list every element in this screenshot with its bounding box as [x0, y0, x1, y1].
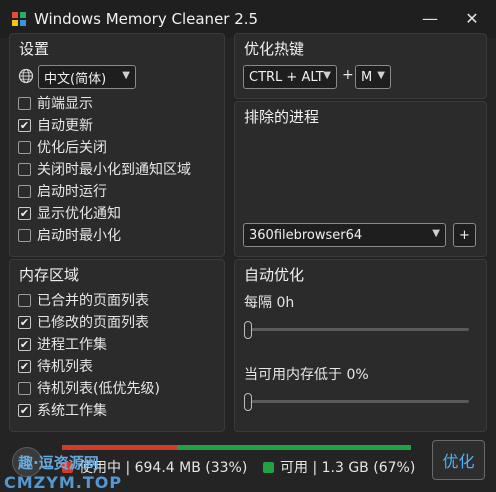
- settings-panel: 设置 中文(简体) ▼ 前端显示 ✔ 自动更新优化后关闭关闭时最小化到通知区域 启动时…: [9, 33, 225, 257]
- minimize-button[interactable]: —: [414, 6, 446, 32]
- settings-option-label: 显示优化通知: [37, 206, 121, 222]
- memory-area-option[interactable]: 已合并的页面列表: [18, 290, 149, 310]
- watermark: 趣·逗资源网 CMZYM.TOP: [4, 452, 122, 492]
- memory-area-option-label: 待机列表: [37, 359, 93, 375]
- settings-option[interactable]: ✔ 显示优化通知: [18, 203, 121, 223]
- checkbox-checked-icon[interactable]: ✔: [18, 337, 31, 351]
- memory-used-fill: [62, 445, 178, 450]
- window-title: Windows Memory Cleaner 2.5: [34, 10, 259, 28]
- settings-option-label: 启动时运行: [37, 184, 107, 200]
- settings-title: 设置: [19, 40, 50, 58]
- watermark-bottom: CMZYM.TOP: [4, 473, 123, 492]
- free-legend: 可用 | 1.3 GB (67%): [263, 457, 415, 477]
- memory-usage-bar: [62, 445, 411, 450]
- checkbox-icon[interactable]: [18, 96, 31, 110]
- globe-icon: [18, 68, 34, 84]
- checkbox-icon[interactable]: [18, 184, 31, 198]
- chevron-down-icon: ▼: [432, 228, 440, 239]
- close-icon: ✕: [465, 9, 479, 28]
- memory-area-option-label: 待机列表(低优先级): [37, 381, 160, 397]
- checkbox-checked-icon[interactable]: ✔: [18, 403, 31, 417]
- low-memory-slider-track[interactable]: [245, 400, 469, 403]
- settings-option-label: 启动时最小化: [37, 228, 121, 244]
- hotkey-plus: +: [342, 67, 354, 83]
- language-select[interactable]: 中文(简体) ▼: [38, 65, 136, 89]
- settings-option-label: 关闭时最小化到通知区域: [37, 162, 191, 178]
- checkbox-checked-icon[interactable]: ✔: [18, 206, 31, 220]
- memory-area-option-label: 系统工作集: [37, 403, 107, 419]
- optimize-button[interactable]: 优化: [432, 440, 485, 480]
- memory-area-option-label: 已修改的页面列表: [37, 315, 149, 331]
- checkbox-checked-icon[interactable]: ✔: [18, 118, 31, 132]
- plus-icon: +: [459, 227, 470, 243]
- add-process-button[interactable]: +: [453, 223, 476, 247]
- auto-optimize-title: 自动优化: [244, 266, 305, 284]
- watermark-top: 趣·逗资源网: [18, 454, 99, 472]
- interval-slider-thumb[interactable]: [244, 321, 252, 339]
- settings-option-label: 优化后关闭: [37, 140, 107, 156]
- hotkey-panel: 优化热键 CTRL + ALT ▼ + M ▼: [234, 33, 487, 99]
- interval-label: 每隔 0h: [244, 295, 295, 311]
- checkbox-checked-icon[interactable]: ✔: [18, 359, 31, 373]
- memory-areas-title: 内存区域: [19, 266, 80, 284]
- excluded-panel: 排除的进程 360filebrowser64 ▼ +: [234, 101, 487, 257]
- settings-option-label: 自动更新: [37, 118, 93, 134]
- settings-option[interactable]: ✔ 自动更新: [18, 115, 93, 135]
- settings-option-label: 前端显示: [37, 96, 93, 112]
- checkbox-checked-icon[interactable]: ✔: [18, 315, 31, 329]
- checkbox-icon[interactable]: [18, 293, 31, 307]
- checkbox-icon[interactable]: [18, 381, 31, 395]
- settings-option[interactable]: 启动时运行: [18, 181, 107, 201]
- process-select[interactable]: 360filebrowser64 ▼: [243, 223, 446, 247]
- settings-option[interactable]: 关闭时最小化到通知区域: [18, 159, 191, 179]
- chevron-down-icon: ▼: [377, 70, 385, 81]
- memory-area-option-label: 进程工作集: [37, 337, 107, 353]
- chevron-down-icon: ▼: [323, 70, 331, 81]
- checkbox-icon[interactable]: [18, 228, 31, 242]
- memory-area-option-label: 已合并的页面列表: [37, 293, 149, 309]
- close-button[interactable]: ✕: [456, 6, 488, 32]
- memory-areas-panel: 内存区域 已合并的页面列表 ✔ 已修改的页面列表 ✔ 进程工作集 ✔ 待机列表待机列表(低优…: [9, 259, 225, 432]
- memory-area-option[interactable]: ✔ 已修改的页面列表: [18, 312, 149, 332]
- low-memory-slider-thumb[interactable]: [244, 393, 252, 411]
- low-memory-label: 当可用内存低于 0%: [244, 367, 369, 383]
- checkbox-icon[interactable]: [18, 162, 31, 176]
- app-icon: [12, 12, 26, 26]
- excluded-title: 排除的进程: [244, 108, 320, 126]
- hotkey-key-select[interactable]: M ▼: [355, 65, 391, 89]
- minimize-icon: —: [422, 9, 438, 28]
- settings-option[interactable]: 启动时最小化: [18, 225, 121, 245]
- language-value: 中文(简体): [44, 71, 107, 87]
- free-color-swatch: [263, 461, 274, 473]
- hotkey-modifier-value: CTRL + ALT: [249, 69, 324, 85]
- memory-area-option[interactable]: ✔ 进程工作集: [18, 334, 107, 354]
- interval-slider-track[interactable]: [245, 328, 469, 331]
- hotkey-modifier-select[interactable]: CTRL + ALT ▼: [243, 65, 337, 89]
- settings-option[interactable]: 前端显示: [18, 93, 93, 113]
- free-label: 可用 | 1.3 GB (67%): [280, 460, 416, 476]
- memory-area-option[interactable]: ✔ 系统工作集: [18, 400, 107, 420]
- hotkey-title: 优化热键: [244, 40, 305, 58]
- chevron-down-icon: ▼: [122, 70, 130, 81]
- settings-option[interactable]: 优化后关闭: [18, 137, 107, 157]
- memory-area-option[interactable]: ✔ 待机列表: [18, 356, 93, 376]
- auto-optimize-panel: 自动优化 每隔 0h 当可用内存低于 0%: [234, 259, 487, 432]
- hotkey-key-value: M: [361, 69, 373, 85]
- memory-area-option[interactable]: 待机列表(低优先级): [18, 378, 160, 398]
- process-value: 360filebrowser64: [249, 227, 363, 243]
- checkbox-icon[interactable]: [18, 140, 31, 154]
